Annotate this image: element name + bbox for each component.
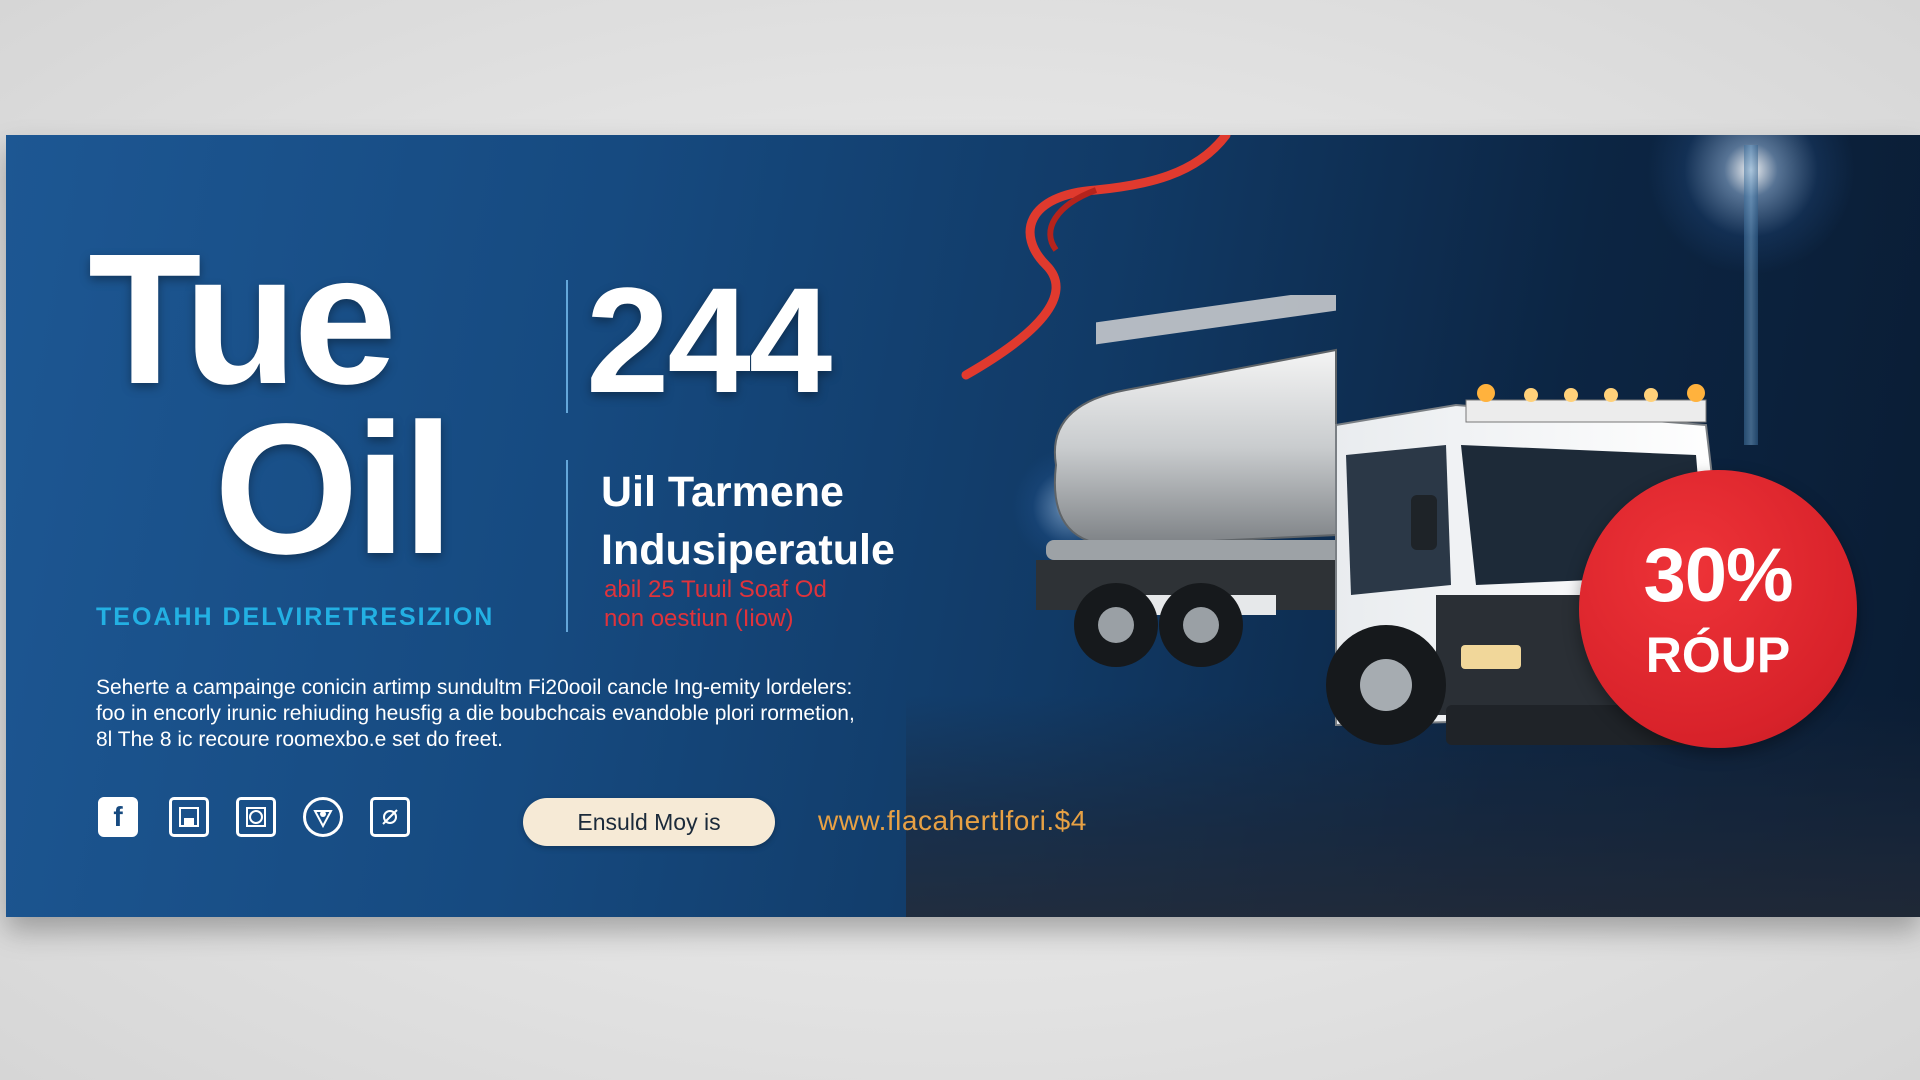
headline-word-2: Oil <box>214 386 454 593</box>
subheading-divider <box>566 460 568 632</box>
description-line: foo in encorly irunic rehiuding heusfig … <box>96 702 855 725</box>
promo-banner: Tue 244 Oil TEOAHH DELVIRETRESIZION Uil … <box>6 135 1920 917</box>
description-line: Seherte a campainge conicin artimp sundu… <box>96 676 853 699</box>
badge-icon[interactable] <box>303 797 343 837</box>
discount-percent: 30% <box>1643 533 1793 618</box>
subheading-line-2: Indusiperatule <box>601 526 895 574</box>
red-subtext: abil 25 Tuuil Soaf Od non oestiun (Iiow) <box>604 575 827 633</box>
red-subtext-line-1: abil 25 Tuuil Soaf Od <box>604 576 827 603</box>
description: Seherte a campainge conicin artimp sundu… <box>96 675 976 753</box>
subheading: Uil Tarmene Indusiperatule <box>601 463 895 579</box>
red-subtext-line-2: non oestiun (Iiow) <box>604 605 794 632</box>
save-icon[interactable] <box>169 797 209 837</box>
subheading-line-1: Uil Tarmene <box>601 468 844 516</box>
cta-button[interactable]: Ensuld Moy is <box>523 798 775 846</box>
camera-icon[interactable] <box>370 797 410 837</box>
description-line: 8l The 8 ic recoure roomexbo.e set do fr… <box>96 728 503 751</box>
headline-divider <box>566 280 568 413</box>
discount-label: RÓUP <box>1645 627 1791 683</box>
headline-number: 244 <box>586 256 832 424</box>
facebook-icon[interactable]: f <box>98 797 138 837</box>
image-icon[interactable] <box>236 797 276 837</box>
tagline: TEOAHH DELVIRETRESIZION <box>96 603 495 631</box>
discount-badge: 30% RÓUP <box>1579 470 1857 748</box>
